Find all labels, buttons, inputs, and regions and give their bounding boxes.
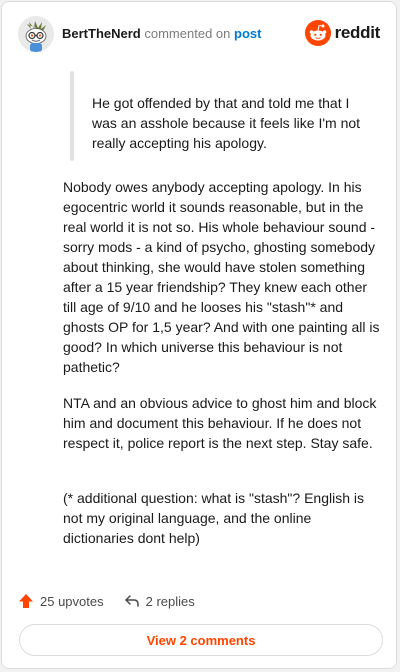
quote-bar: [70, 71, 74, 161]
byline-verb: commented on: [144, 26, 231, 41]
comment-card: BertTheNerd commented on post reddit He …: [1, 1, 397, 669]
replies-count: 2 replies: [145, 593, 195, 609]
reddit-snoo-icon: [304, 20, 331, 46]
replies-button[interactable]: 2 replies: [124, 593, 195, 609]
reply-arrow-icon: [124, 595, 139, 607]
username-link[interactable]: BertTheNerd: [62, 26, 141, 41]
upvote-arrow-icon: [19, 594, 33, 608]
comment-header: BertTheNerd commented on post reddit: [18, 16, 380, 56]
post-link[interactable]: post: [234, 26, 261, 41]
quoted-text: He got offended by that and told me that…: [92, 95, 361, 151]
reddit-logo[interactable]: reddit: [304, 19, 381, 47]
comment-paragraph-1: Nobody owes anybody accepting apology. I…: [63, 179, 380, 375]
snoo-avatar-icon: [18, 16, 54, 52]
upvote-count: 25 upvotes: [40, 593, 104, 609]
brand-wordmark: reddit: [334, 23, 381, 42]
comment-paragraph-3: (* additional question: what is "stash"?…: [63, 490, 364, 546]
upvote-button[interactable]: 25 upvotes: [18, 593, 104, 609]
comment-byline: BertTheNerd commented on post: [62, 26, 261, 41]
comment-paragraph-2: NTA and an obvious advice to ghost him a…: [63, 395, 377, 451]
user-avatar[interactable]: [18, 16, 54, 52]
comment-actions: 25 upvotes 2 replies: [18, 590, 215, 612]
view-comments-button[interactable]: View 2 comments: [19, 624, 383, 656]
